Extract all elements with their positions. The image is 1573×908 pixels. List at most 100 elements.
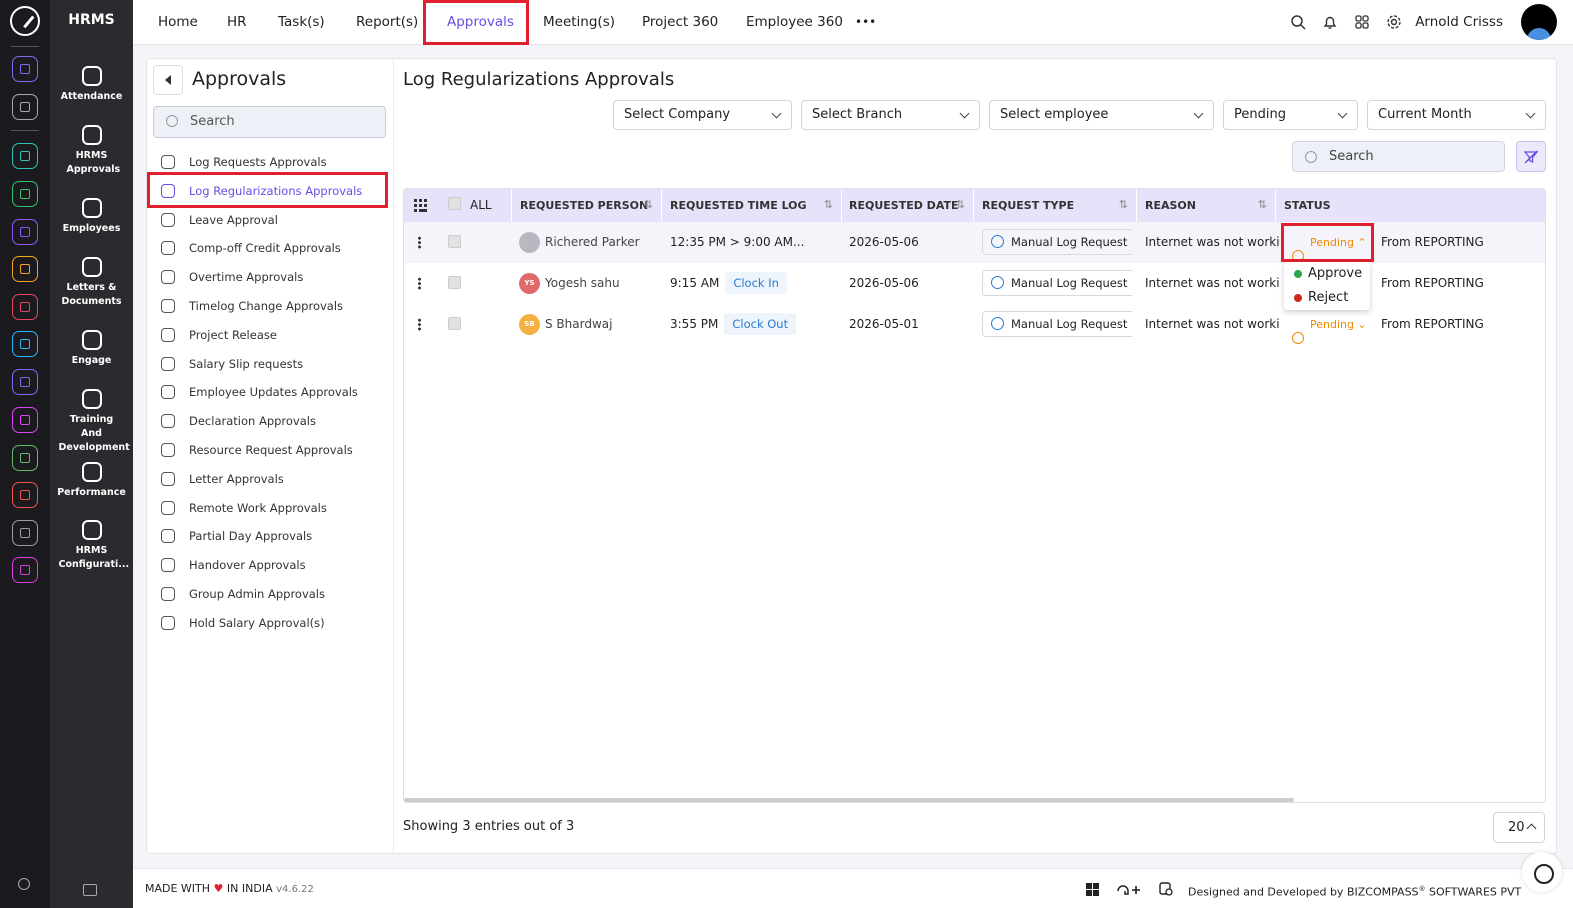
column-settings-icon[interactable] <box>414 199 427 212</box>
timer-icon[interactable] <box>1522 852 1562 892</box>
sidebar-item-comp-off-credit-approvals[interactable]: Comp-off Credit Approvals <box>159 234 341 262</box>
cell-time-log: 9:15 AM Clock In <box>670 263 840 304</box>
people-app-icon[interactable] <box>12 143 38 169</box>
sort-icon[interactable]: ⇅ <box>824 199 833 211</box>
sidebar-item-project-release[interactable]: Project Release <box>159 321 277 349</box>
page-size-select[interactable]: 20 <box>1493 812 1545 843</box>
calendar-clock-icon[interactable] <box>1159 881 1173 896</box>
sidebar-item-remote-work-approvals[interactable]: Remote Work Approvals <box>159 494 327 522</box>
settings-app-icon[interactable] <box>12 557 38 583</box>
row-actions-icon[interactable] <box>418 277 421 290</box>
select-all-checkbox[interactable] <box>448 197 461 210</box>
header-requested-date[interactable]: REQUESTED DATE ⇅ <box>841 189 974 222</box>
flow-app-icon[interactable] <box>12 369 38 395</box>
file-app-icon[interactable] <box>12 445 38 471</box>
house-app-icon[interactable] <box>12 520 38 546</box>
reject-option[interactable]: Reject <box>1294 286 1348 310</box>
search-icon[interactable] <box>1290 14 1306 30</box>
header-reason[interactable]: REASON ⇅ <box>1137 189 1276 222</box>
target-app-icon[interactable] <box>12 294 38 320</box>
period-filter-dropdown[interactable]: Current Month <box>1367 100 1546 130</box>
sort-icon[interactable]: ⇅ <box>1258 199 1267 211</box>
status-pending-badge[interactable]: Pending ⌃ <box>1292 236 1367 262</box>
dock-item-training[interactable]: Training And Development <box>50 389 133 455</box>
home-app-icon[interactable] <box>12 56 38 82</box>
status-filter-dropdown[interactable]: Pending <box>1223 100 1358 130</box>
sidebar-item-employee-updates-approvals[interactable]: Employee Updates Approvals <box>159 378 358 406</box>
gear-icon[interactable] <box>1386 14 1402 30</box>
horizontal-scrollbar[interactable] <box>404 798 1294 802</box>
clear-filter-button[interactable] <box>1516 141 1546 172</box>
dock-item-attendance[interactable]: Attendance <box>50 66 133 104</box>
grid-app-icon[interactable] <box>12 256 38 282</box>
back-button[interactable] <box>153 65 183 95</box>
status-pending-badge[interactable]: Pending ⌄ <box>1292 318 1367 344</box>
nav-home[interactable]: Home <box>158 0 198 45</box>
sort-icon[interactable]: ⇅ <box>644 199 653 211</box>
table-search-input[interactable]: Search <box>1292 141 1505 172</box>
nav-employee-360[interactable]: Employee 360 <box>746 0 843 45</box>
rail-divider <box>11 130 39 131</box>
sort-icon[interactable]: ⇅ <box>956 199 965 211</box>
sidebar-item-log-requests-approvals[interactable]: Log Requests Approvals <box>159 148 327 176</box>
row-checkbox[interactable] <box>448 317 461 330</box>
sidebar-item-partial-day-approvals[interactable]: Partial Day Approvals <box>159 522 312 550</box>
dock-item-letters[interactable]: Letters & Documents <box>50 257 133 309</box>
sidebar-item-salary-slip-requests[interactable]: Salary Slip requests <box>159 350 303 378</box>
sidebar-item-leave-approval[interactable]: Leave Approval <box>159 206 278 234</box>
sort-icon[interactable]: ⇅ <box>1119 199 1128 211</box>
nav-meetings[interactable]: Meeting(s) <box>543 0 615 45</box>
windows-icon[interactable] <box>1086 883 1099 896</box>
collapse-sidebar-icon[interactable] <box>83 884 97 896</box>
nav-hr[interactable]: HR <box>227 0 247 45</box>
approve-option[interactable]: Approve <box>1294 262 1362 286</box>
cell-status[interactable]: Pending ⌃ <box>1292 222 1372 263</box>
pin-app-icon[interactable] <box>12 94 38 120</box>
user-avatar[interactable] <box>1521 4 1557 40</box>
sidebar-item-resource-request-approvals[interactable]: Resource Request Approvals <box>159 436 353 464</box>
user-app-icon[interactable] <box>12 482 38 508</box>
nav-reports[interactable]: Report(s) <box>356 0 418 45</box>
cell-status[interactable]: Pending ⌄ <box>1292 304 1372 345</box>
sidebar-item-handover-approvals[interactable]: Handover Approvals <box>159 551 306 579</box>
doc-app-icon[interactable] <box>12 331 38 357</box>
dock-item-employees[interactable]: Employees <box>50 198 133 236</box>
user-name[interactable]: Arnold Crisss <box>1415 0 1503 45</box>
sidebar-item-hold-salary-approval-s[interactable]: Hold Salary Approval(s) <box>159 609 325 637</box>
sidebar-search-input[interactable]: Search <box>153 106 386 138</box>
sidebar-item-timelog-change-approvals[interactable]: Timelog Change Approvals <box>159 292 343 320</box>
more-menu-icon[interactable]: ••• <box>855 0 876 45</box>
sidebar-item-letter-approvals[interactable]: Letter Approvals <box>159 465 284 493</box>
row-actions-icon[interactable] <box>418 236 421 249</box>
briefcase-app-icon[interactable] <box>12 219 38 245</box>
row-actions-icon[interactable] <box>418 318 421 331</box>
dock-item-performance[interactable]: Performance <box>50 462 133 500</box>
hrms-app-icon[interactable] <box>12 181 38 207</box>
bell-icon[interactable] <box>1322 14 1338 30</box>
header-request-type[interactable]: REQUEST TYPE ⇅ <box>974 189 1137 222</box>
dock-item-hrms-configuration[interactable]: HRMS Configurati... <box>50 520 133 572</box>
select-company-dropdown[interactable]: Select Company <box>613 100 792 130</box>
sidebar-item-declaration-approvals[interactable]: Declaration Approvals <box>159 407 316 435</box>
apps-grid-icon[interactable] <box>1354 14 1370 30</box>
sidebar-item-group-admin-approvals[interactable]: Group Admin Approvals <box>159 580 325 608</box>
support-add-icon[interactable] <box>1116 882 1142 897</box>
select-employee-dropdown[interactable]: Select employee <box>989 100 1214 130</box>
monitor-app-icon[interactable] <box>12 407 38 433</box>
dock-item-engage[interactable]: Engage <box>50 330 133 368</box>
dock-label: Engage <box>71 355 112 366</box>
nav-approvals[interactable]: Approvals <box>447 0 514 45</box>
row-checkbox[interactable] <box>448 235 461 248</box>
app-logo-icon[interactable] <box>10 6 40 36</box>
header-label: REASON <box>1145 199 1196 212</box>
header-requested-time-log[interactable]: REQUESTED TIME LOG ⇅ <box>662 189 842 222</box>
row-checkbox[interactable] <box>448 276 461 289</box>
header-requested-person[interactable]: REQUESTED PERSON ⇅ <box>511 189 662 222</box>
sidebar-item-log-regularizations-approvals[interactable]: Log Regularizations Approvals <box>159 177 362 205</box>
nav-project-360[interactable]: Project 360 <box>642 0 718 45</box>
dock-item-hrms-approvals[interactable]: HRMS Approvals <box>50 125 133 177</box>
rail-search-icon[interactable] <box>18 878 30 890</box>
select-branch-dropdown[interactable]: Select Branch <box>801 100 980 130</box>
sidebar-item-overtime-approvals[interactable]: Overtime Approvals <box>159 263 303 291</box>
nav-tasks[interactable]: Task(s) <box>278 0 325 45</box>
